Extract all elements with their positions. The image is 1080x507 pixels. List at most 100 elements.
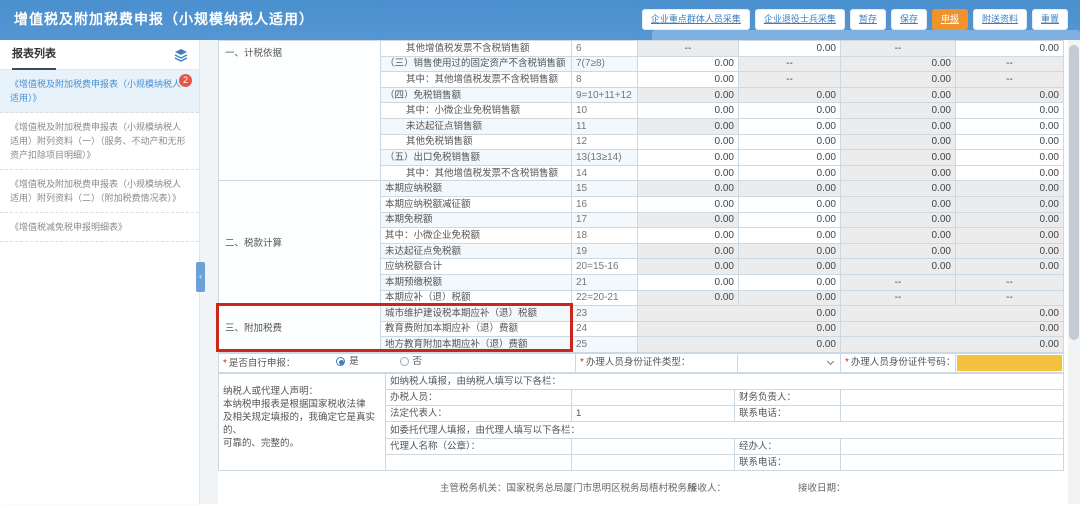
- sidebar-item-main-return[interactable]: 《增值税及附加税费申报表（小规模纳税人适用）》 2: [0, 70, 199, 113]
- section-label: 三、附加税费: [219, 306, 381, 353]
- value-cell-readonly: 0.00: [638, 87, 739, 103]
- attach-material-button[interactable]: 附送资料: [973, 9, 1027, 30]
- line-number: 13(13≥14): [572, 150, 638, 166]
- sidebar-item-label: 《增值税及附加税费申报表（小规模纳税人适用）附列资料（二）（附加税费情况表）》: [10, 179, 181, 203]
- handler-input[interactable]: [841, 438, 1064, 454]
- table-row: 纳税人或代理人声明： 本纳税申报表是根据国家税收法律 及相关规定填报的，我确定它…: [219, 373, 1064, 389]
- collect-key-group-button[interactable]: 企业重点群体人员采集: [642, 9, 750, 30]
- value-cell-input[interactable]: 0.00: [638, 134, 739, 150]
- section-label: 一、计税依据: [219, 41, 381, 181]
- cert-type-select[interactable]: [738, 353, 841, 372]
- value-cell-input[interactable]: 0.00: [638, 274, 739, 290]
- value-cell-input[interactable]: 0.00: [638, 196, 739, 212]
- phone1-label: 联系电话：: [735, 406, 841, 422]
- required-mark: *: [223, 358, 227, 369]
- value-cell-readonly: --: [841, 274, 956, 290]
- line-number: 14: [572, 165, 638, 181]
- value-cell-readonly: 0.00: [638, 212, 739, 228]
- value-cell-input[interactable]: 0.00: [956, 118, 1064, 134]
- value-cell-input[interactable]: 0.00: [638, 228, 739, 244]
- value-cell-readonly: 0.00: [841, 321, 1064, 337]
- sidebar-title: 报表列表: [12, 40, 56, 70]
- value-cell-readonly: --: [841, 290, 956, 306]
- value-cell-readonly: --: [956, 72, 1064, 88]
- layers-icon[interactable]: [173, 47, 189, 63]
- value-cell-input[interactable]: 0.00: [638, 72, 739, 88]
- value-cell-input[interactable]: 0.00: [638, 103, 739, 119]
- finance-chief-input[interactable]: [841, 390, 1064, 406]
- value-cell-readonly: --: [956, 274, 1064, 290]
- legal-rep-label: 法定代表人：: [386, 406, 572, 422]
- value-cell-input[interactable]: 0.00: [739, 41, 841, 57]
- scrollbar-thumb[interactable]: [1069, 45, 1079, 340]
- value-cell-input[interactable]: 0.00: [739, 118, 841, 134]
- value-cell-readonly: 0.00: [956, 87, 1064, 103]
- sidebar-header: 报表列表: [0, 40, 199, 70]
- chevron-down-icon: [827, 358, 834, 365]
- value-cell-input[interactable]: 0.00: [739, 228, 841, 244]
- value-cell-readonly: 0.00: [841, 212, 956, 228]
- submit-declare-button[interactable]: 申报: [932, 9, 968, 30]
- save-button[interactable]: 保存: [891, 9, 927, 30]
- sidebar-item-reduction-detail[interactable]: 《增值税减免税申报明细表》: [0, 213, 199, 242]
- value-cell-readonly: 0.00: [638, 337, 841, 353]
- scrollbar-track: [1068, 40, 1080, 504]
- line-number: 23: [572, 306, 638, 322]
- value-cell-input[interactable]: 0.00: [638, 150, 739, 166]
- value-cell-readonly: --: [956, 56, 1064, 72]
- value-cell-readonly: 0.00: [956, 212, 1064, 228]
- value-cell-input[interactable]: 0.00: [638, 56, 739, 72]
- value-cell-readonly: 0.00: [841, 165, 956, 181]
- taxpayer-section-header: 如纳税人填报，由纳税人填写以下各栏：: [386, 373, 1064, 389]
- value-cell-input[interactable]: 0.00: [956, 165, 1064, 181]
- sidebar-collapse-handle[interactable]: ‹: [196, 262, 205, 292]
- row-item-label: 其中：其他增值税发票不含税销售额: [381, 165, 572, 181]
- page-title: 增值税及附加税费申报（小规模纳税人适用）: [14, 9, 314, 29]
- value-cell-readonly: 0.00: [841, 196, 956, 212]
- sidebar-item-appendix-2[interactable]: 《增值税及附加税费申报表（小规模纳税人适用）附列资料（二）（附加税费情况表）》: [0, 170, 199, 213]
- phone2-input[interactable]: [841, 454, 1064, 470]
- value-cell-input[interactable]: 0.00: [638, 165, 739, 181]
- row-item-label: 地方教育附加本期应补（退）费额: [381, 337, 572, 353]
- value-cell-input[interactable]: 0.00: [739, 150, 841, 166]
- radio-self-declare-no[interactable]: 否: [400, 355, 423, 368]
- temp-save-button[interactable]: 暂存: [850, 9, 886, 30]
- table-row: 二、税款计算本期应纳税额150.000.000.000.00: [219, 181, 1064, 197]
- value-cell-readonly: 0.00: [638, 306, 841, 322]
- value-cell-readonly: 0.00: [739, 87, 841, 103]
- value-cell-input[interactable]: 0.00: [739, 103, 841, 119]
- value-cell-input[interactable]: 0.00: [739, 212, 841, 228]
- tax-officer-input[interactable]: [572, 390, 735, 406]
- value-cell-readonly: 0.00: [841, 87, 956, 103]
- value-cell-readonly: 0.00: [841, 56, 956, 72]
- legal-rep-input[interactable]: 1: [572, 406, 735, 422]
- receiver-label: 接收人：: [688, 480, 726, 494]
- tax-form-main: 一、计税依据其他增值税发票不含税销售额6--0.00--0.00（三）销售使用过…: [218, 40, 1063, 504]
- value-cell-input[interactable]: 0.00: [739, 274, 841, 290]
- cert-no-input[interactable]: [957, 355, 1062, 371]
- value-cell-readonly: 0.00: [956, 243, 1064, 259]
- value-cell-input[interactable]: 0.00: [956, 150, 1064, 166]
- reset-button[interactable]: 重置: [1032, 9, 1068, 30]
- finance-chief-label: 财务负责人：: [735, 390, 841, 406]
- row-item-label: 其中：其他增值税发票不含税销售额: [381, 72, 572, 88]
- value-cell-input[interactable]: 0.00: [956, 41, 1064, 57]
- tax-table-body: 一、计税依据其他增值税发票不含税销售额6--0.00--0.00（三）销售使用过…: [219, 41, 1064, 353]
- collect-veteran-button[interactable]: 企业退役士兵采集: [755, 9, 845, 30]
- agent-name-input[interactable]: [572, 438, 735, 454]
- radio-self-declare-yes[interactable]: 是: [336, 355, 359, 368]
- phone1-input[interactable]: [841, 406, 1064, 422]
- sidebar-item-appendix-1[interactable]: 《增值税及附加税费申报表（小规模纳税人适用）附列资料（一）（服务、不动产和无形资…: [0, 113, 199, 170]
- line-number: 20=15-16: [572, 259, 638, 275]
- value-cell-input[interactable]: 0.00: [739, 134, 841, 150]
- value-cell-readonly: 0.00: [739, 243, 841, 259]
- line-number: 17: [572, 212, 638, 228]
- line-number: 21: [572, 274, 638, 290]
- value-cell-input[interactable]: 0.00: [956, 134, 1064, 150]
- value-cell-readonly: 0.00: [638, 321, 841, 337]
- value-cell-input[interactable]: 0.00: [739, 196, 841, 212]
- value-cell-input[interactable]: 0.00: [956, 103, 1064, 119]
- value-cell-input[interactable]: 0.00: [739, 165, 841, 181]
- value-cell-readonly: 0.00: [638, 118, 739, 134]
- self-declare-row: *是否自行申报： 是 否 *办理人员身份证件类型： *办理人员身份证件号码：: [218, 353, 1064, 373]
